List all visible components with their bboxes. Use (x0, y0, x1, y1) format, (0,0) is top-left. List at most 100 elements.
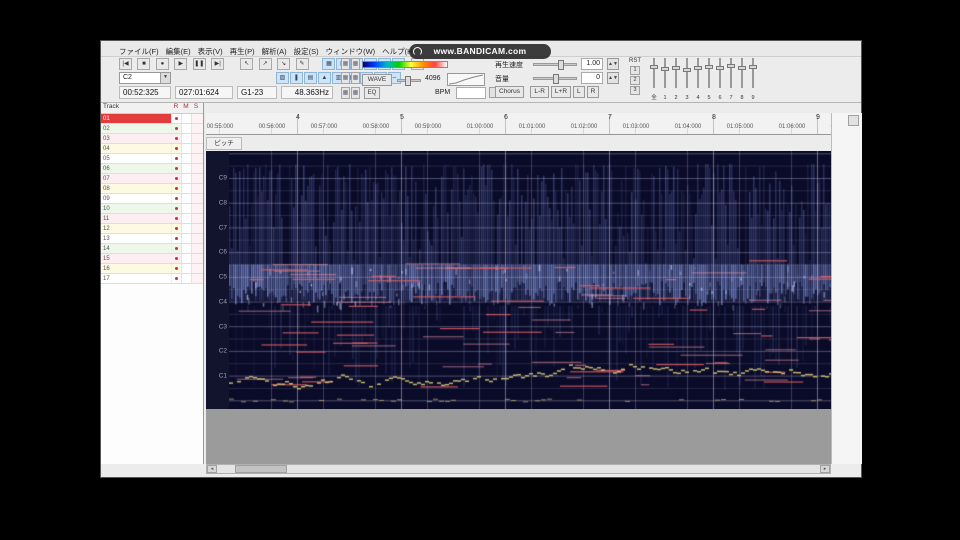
scroll-left-icon[interactable]: ◂ (207, 465, 217, 473)
drag-tool-button[interactable]: ↘ (277, 58, 291, 70)
track-record-cell[interactable] (171, 114, 181, 123)
grid-view-button[interactable]: ▦ (351, 87, 360, 99)
menu-item[interactable]: ファイル(F) (119, 44, 166, 57)
track-record-cell[interactable] (171, 234, 181, 243)
track-solo-cell[interactable] (191, 274, 203, 283)
fader-thumb[interactable] (738, 65, 746, 70)
track-mute-cell[interactable] (181, 184, 191, 193)
grid-view-button[interactable]: ▦ (341, 58, 350, 70)
track-name-cell[interactable]: 02 (101, 124, 171, 133)
ruler-corner-button[interactable] (848, 115, 859, 126)
track-row[interactable]: 10 (101, 204, 203, 214)
track-mute-cell[interactable] (181, 144, 191, 153)
track-name-cell[interactable]: 16 (101, 264, 171, 273)
channel-fader[interactable]: 8 (737, 55, 747, 101)
track-solo-cell[interactable] (191, 194, 203, 203)
track-mute-cell[interactable] (181, 174, 191, 183)
rst-button-2[interactable]: 2 (630, 76, 640, 85)
fft-window-curve[interactable] (447, 73, 485, 86)
fader-thumb[interactable] (705, 64, 713, 69)
track-row[interactable]: 11 (101, 214, 203, 224)
edit-toggle-button[interactable]: ▨ (275, 72, 289, 84)
track-row[interactable]: 05 (101, 154, 203, 164)
edit-toggle-button[interactable]: ❚ (289, 72, 303, 84)
track-record-cell[interactable] (171, 154, 181, 163)
track-record-cell[interactable] (171, 244, 181, 253)
menu-item[interactable]: 表示(V) (198, 44, 230, 57)
track-mute-cell[interactable] (181, 254, 191, 263)
slider-thumb[interactable] (553, 74, 559, 84)
track-name-cell[interactable]: 10 (101, 204, 171, 213)
track-solo-cell[interactable] (191, 244, 203, 253)
track-name-cell[interactable]: 08 (101, 184, 171, 193)
track-solo-cell[interactable] (191, 164, 203, 173)
to-start-button[interactable]: |◀ (119, 58, 132, 70)
pencil-tool-button[interactable]: ✎ (295, 58, 309, 70)
pitch-tab[interactable]: ピッチ (206, 137, 242, 150)
record-button[interactable]: ● (155, 58, 169, 70)
horizontal-scrollbar[interactable]: ◂ ▸ (206, 464, 831, 474)
playback-speed-spinner[interactable]: ▲▼ (607, 58, 619, 70)
track-record-cell[interactable] (171, 264, 181, 273)
track-mute-cell[interactable] (181, 274, 191, 283)
chorus-mode-button[interactable]: L-R (530, 86, 549, 98)
menu-item[interactable]: ウィンドウ(W) (326, 44, 383, 57)
track-name-cell[interactable]: 09 (101, 194, 171, 203)
track-record-cell[interactable] (171, 174, 181, 183)
track-record-cell[interactable] (171, 274, 181, 283)
track-record-cell[interactable] (171, 164, 181, 173)
track-solo-cell[interactable] (191, 264, 203, 273)
track-row[interactable]: 12 (101, 224, 203, 234)
track-row[interactable]: 02 (101, 124, 203, 134)
fader-thumb[interactable] (727, 64, 735, 69)
track-row[interactable]: 17 (101, 274, 203, 284)
channel-fader[interactable]: 5 (704, 55, 714, 101)
chorus-mode-button[interactable]: L+R (550, 86, 572, 98)
to-end-button[interactable]: ▶| (211, 58, 225, 70)
fader-thumb[interactable] (672, 65, 680, 70)
menu-item[interactable]: 解析(A) (262, 44, 294, 57)
channel-fader[interactable]: 7 (726, 55, 736, 101)
track-mute-cell[interactable] (181, 224, 191, 233)
track-record-cell[interactable] (171, 214, 181, 223)
volume-slider[interactable] (533, 74, 577, 84)
wave-display-button[interactable]: WAVE (362, 74, 392, 86)
track-solo-cell[interactable] (191, 204, 203, 213)
fader-thumb[interactable] (650, 65, 658, 70)
wave-opacity-slider[interactable] (397, 76, 421, 86)
grid-view-button[interactable]: ▦ (351, 58, 360, 70)
track-solo-cell[interactable] (191, 144, 203, 153)
note-range-combobox[interactable]: C2 ▼ (119, 72, 171, 84)
track-solo-cell[interactable] (191, 134, 203, 143)
grid-view-button[interactable]: ▦ (341, 72, 350, 84)
slider-thumb[interactable] (405, 76, 411, 86)
grid-view-button[interactable]: ▦ (341, 87, 350, 99)
edit-toggle-button[interactable]: ▲ (317, 72, 331, 84)
track-solo-cell[interactable] (191, 184, 203, 193)
track-mute-cell[interactable] (181, 164, 191, 173)
track-mute-cell[interactable] (181, 114, 191, 123)
pause-button[interactable]: ❚❚ (192, 58, 206, 70)
rst-button-3[interactable]: 3 (630, 86, 640, 95)
track-record-cell[interactable] (171, 254, 181, 263)
spectrogram-canvas[interactable] (229, 151, 831, 409)
track-name-cell[interactable]: 07 (101, 174, 171, 183)
track-mute-cell[interactable] (181, 244, 191, 253)
track-mute-cell[interactable] (181, 134, 191, 143)
menu-item[interactable]: 編集(E) (166, 44, 198, 57)
fader-thumb[interactable] (694, 66, 702, 71)
track-mute-cell[interactable] (181, 154, 191, 163)
track-row[interactable]: 06 (101, 164, 203, 174)
cursor-tool-button[interactable]: ↖ (240, 58, 254, 70)
fader-thumb[interactable] (749, 65, 757, 70)
fader-thumb[interactable] (683, 67, 691, 72)
edit-toggle-button[interactable]: ▤ (303, 72, 317, 84)
chorus-mode-button[interactable]: L (573, 86, 585, 98)
channel-fader[interactable]: 6 (715, 55, 725, 101)
track-record-cell[interactable] (171, 184, 181, 193)
playback-speed-value[interactable]: 1.00 (581, 58, 603, 70)
track-mute-cell[interactable] (181, 214, 191, 223)
track-name-cell[interactable]: 01 (101, 114, 171, 123)
fader-thumb[interactable] (716, 65, 724, 70)
scroll-right-icon[interactable]: ▸ (820, 465, 830, 473)
